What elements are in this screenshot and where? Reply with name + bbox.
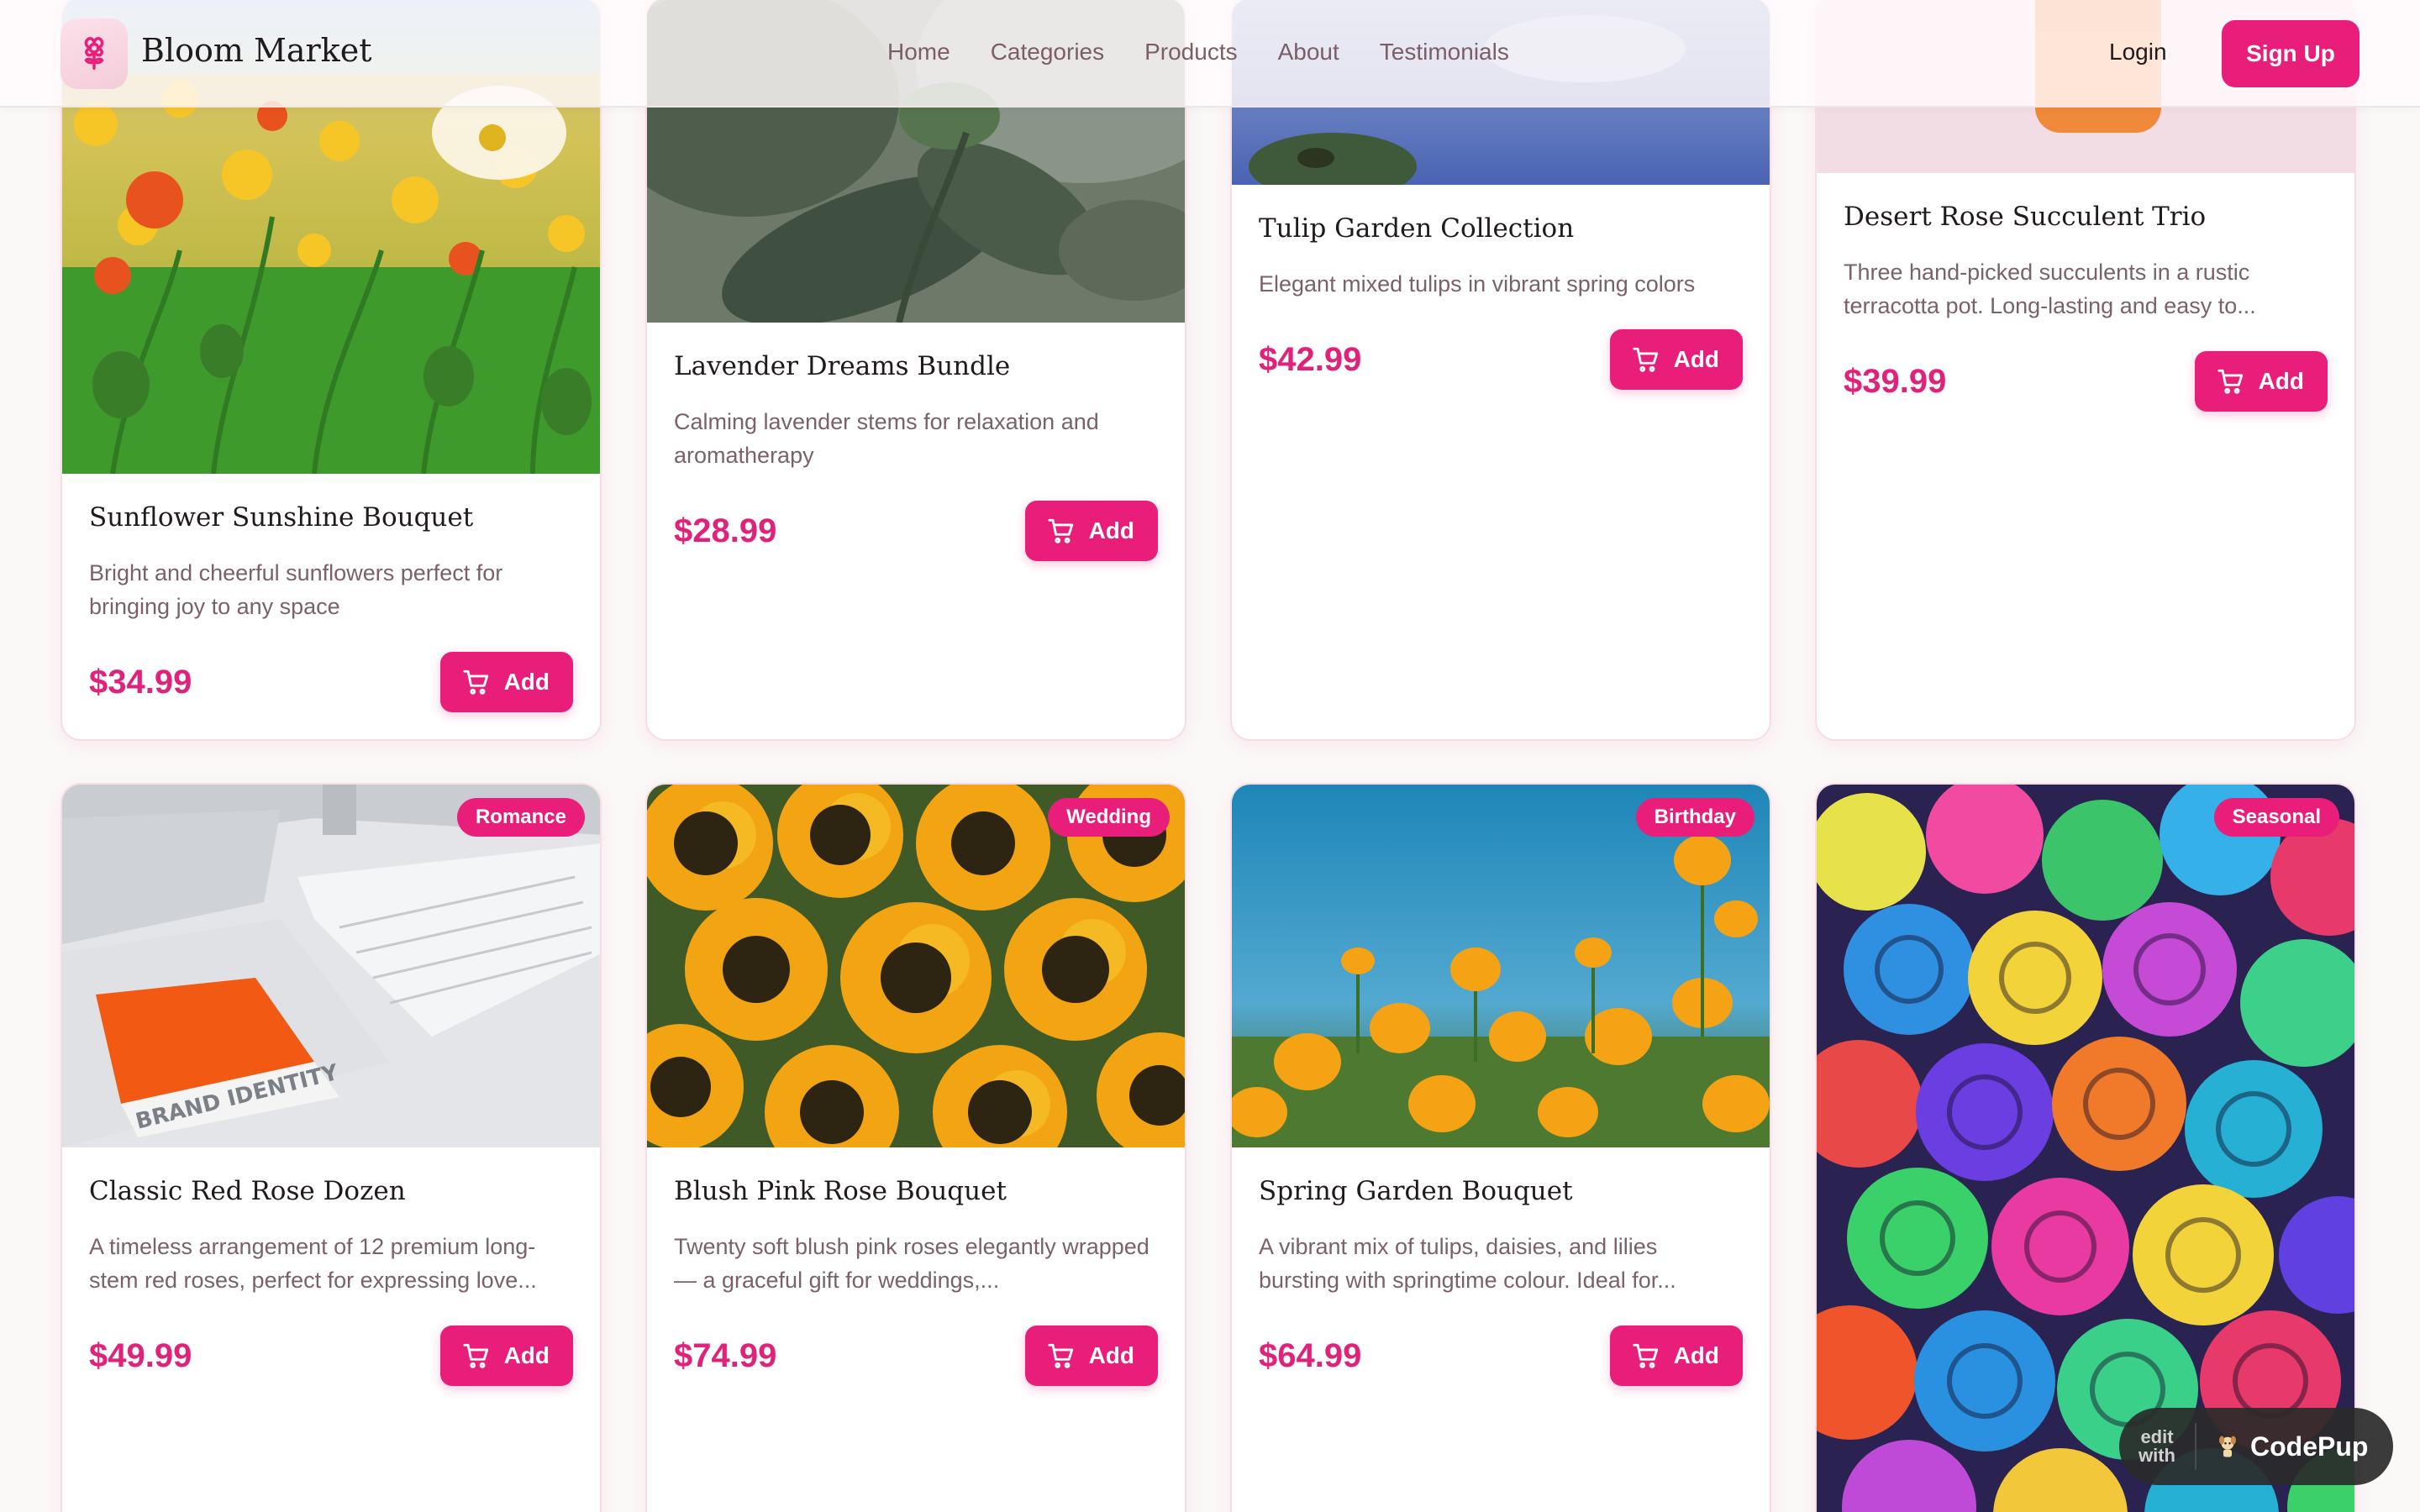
product-image[interactable]: BRAND IDENTITY Romance	[62, 785, 600, 1147]
cart-icon	[1047, 1343, 1073, 1368]
signup-button[interactable]: Sign Up	[2222, 20, 2360, 87]
product-price: $28.99	[674, 512, 777, 549]
product-title[interactable]: Blush Pink Rose Bouquet	[674, 1176, 1158, 1206]
product-image[interactable]: Birthday	[1232, 785, 1770, 1147]
product-card[interactable]: Seasonal	[1815, 783, 2356, 1512]
badge-brand-label: CodePup	[2250, 1431, 2369, 1462]
product-image[interactable]: Seasonal	[1817, 785, 2354, 1512]
product-card[interactable]: Sunflower Sunshine Bouquet Bright and ch…	[60, 0, 602, 741]
add-button-label: Add	[1673, 1342, 1719, 1368]
product-description: Elegant mixed tulips in vibrant spring c…	[1259, 271, 1696, 297]
product-title[interactable]: Desert Rose Succulent Trio	[1844, 202, 2328, 232]
product-price: $39.99	[1844, 362, 1947, 400]
cart-icon	[2217, 369, 2243, 394]
add-button-label: Add	[503, 1342, 550, 1368]
product-price: $42.99	[1259, 340, 1362, 378]
product-card[interactable]: Birthday Spring Garden Bouquet A vibrant…	[1230, 783, 1771, 1512]
add-button-label: Add	[1673, 346, 1719, 372]
flower-logo-icon[interactable]	[60, 18, 128, 89]
nav-link-home[interactable]: Home	[887, 39, 950, 66]
product-description: A timeless arrangement of 12 premium lon…	[89, 1234, 537, 1293]
product-title[interactable]: Lavender Dreams Bundle	[674, 351, 1158, 381]
product-card[interactable]: BRAND IDENTITY Romance Classic Red Rose …	[60, 783, 602, 1512]
category-tag: Birthday	[1635, 798, 1754, 837]
brand-name[interactable]: Bloom Market	[141, 32, 371, 69]
product-card[interactable]: Tulip Garden Collection Elegant mixed tu…	[1230, 0, 1771, 741]
category-tag: Wedding	[1048, 798, 1170, 837]
product-price: $74.99	[674, 1336, 777, 1374]
nav-link-categories[interactable]: Categories	[991, 39, 1104, 66]
nav-link-about[interactable]: About	[1278, 39, 1339, 66]
add-to-cart-button[interactable]: Add	[1024, 1326, 1158, 1386]
product-description: Three hand-picked succulents in a rustic…	[1844, 260, 2256, 318]
product-title[interactable]: Sunflower Sunshine Bouquet	[89, 502, 573, 533]
main-nav: Home Categories Products About Testimoni…	[887, 39, 1509, 66]
nav-link-products[interactable]: Products	[1144, 39, 1238, 66]
product-description: Twenty soft blush pink roses elegantly w…	[674, 1234, 1150, 1293]
add-to-cart-button[interactable]: Add	[439, 1326, 573, 1386]
product-image[interactable]: Wedding	[647, 785, 1185, 1147]
category-tag: Romance	[456, 798, 585, 837]
login-button[interactable]: Login	[2109, 39, 2167, 66]
product-title[interactable]: Spring Garden Bouquet	[1259, 1176, 1743, 1206]
category-tag: Seasonal	[2213, 798, 2339, 837]
product-card[interactable]: Lavender Dreams Bundle Calming lavender …	[645, 0, 1186, 741]
product-description: A vibrant mix of tulips, daisies, and li…	[1259, 1234, 1676, 1293]
add-to-cart-button[interactable]: Add	[2194, 351, 2328, 412]
badge-brand: CodePup	[2196, 1431, 2368, 1462]
edit-with-codepup-badge[interactable]: edit with CodePup	[2119, 1408, 2393, 1485]
add-button-label: Add	[1088, 1342, 1134, 1368]
product-price: $34.99	[89, 663, 192, 701]
product-description: Calming lavender stems for relaxation an…	[674, 409, 1099, 468]
top-navbar: Bloom Market Home Categories Products Ab…	[0, 0, 2420, 108]
add-button-label: Add	[1088, 517, 1134, 543]
cart-icon	[462, 669, 488, 695]
cart-icon	[1632, 1343, 1658, 1368]
add-to-cart-button[interactable]: Add	[1609, 1326, 1743, 1386]
product-card[interactable]: Wedding Blush Pink Rose Bouquet Twenty s…	[645, 783, 1186, 1512]
cart-icon	[1047, 518, 1073, 543]
add-button-label: Add	[2258, 368, 2304, 394]
add-to-cart-button[interactable]: Add	[1609, 329, 1743, 390]
product-card[interactable]: Desert Rose Succulent Trio Three hand-pi…	[1815, 0, 2356, 741]
product-title[interactable]: Classic Red Rose Dozen	[89, 1176, 573, 1206]
cart-icon	[1632, 347, 1658, 372]
product-description: Bright and cheerful sunflowers perfect f…	[89, 560, 503, 619]
add-to-cart-button[interactable]: Add	[1024, 501, 1158, 561]
add-button-label: Add	[503, 669, 550, 695]
product-title[interactable]: Tulip Garden Collection	[1259, 213, 1743, 244]
product-price: $64.99	[1259, 1336, 1362, 1374]
product-price: $49.99	[89, 1336, 192, 1374]
badge-edit-label: edit with	[2119, 1423, 2196, 1470]
cart-icon	[462, 1343, 488, 1368]
add-to-cart-button[interactable]: Add	[439, 652, 573, 712]
nav-link-testimonials[interactable]: Testimonials	[1380, 39, 1509, 66]
page: Sunflower Sunshine Bouquet Bright and ch…	[0, 0, 2420, 1512]
pup-icon	[2219, 1436, 2236, 1457]
